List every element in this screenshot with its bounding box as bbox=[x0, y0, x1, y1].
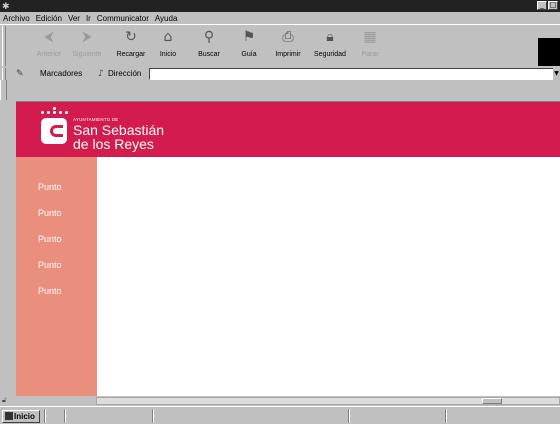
navigation-toolbar: ⮜ Anterior ⮞ Siguiente ↻ Recargar ⌂ Inic… bbox=[0, 24, 560, 66]
home-button[interactable]: ⌂ Inicio bbox=[149, 25, 187, 67]
bookmarks-icon[interactable]: ✎ bbox=[16, 68, 24, 80]
page-proxy-icon[interactable]: ♪ bbox=[98, 68, 104, 80]
header-banner: AYUNTAMIENTO DE San Sebastián de los Rey… bbox=[16, 102, 560, 157]
taskbar-divider bbox=[152, 409, 154, 423]
horizontal-scrollbar[interactable] bbox=[16, 396, 560, 405]
taskbar: Inicio bbox=[0, 406, 560, 424]
start-label: Inicio bbox=[14, 412, 35, 421]
security-status-icon[interactable]: 🔓︎ bbox=[2, 396, 12, 405]
nav-item-4[interactable]: Punto bbox=[38, 260, 62, 270]
nav-item-1[interactable]: Punto bbox=[38, 182, 62, 192]
back-label: Anterior bbox=[36, 51, 62, 58]
menu-bar: Archivo Edición Ver Ir Communicator Ayud… bbox=[0, 12, 560, 24]
location-toolbar: ✎ Marcadores ♪ Dirección ▼ bbox=[0, 68, 560, 80]
print-label: Imprimir bbox=[275, 51, 301, 58]
security-lock-icon: 🔒︎ bbox=[326, 29, 334, 45]
home-icon: ⌂ bbox=[163, 29, 173, 45]
forward-button[interactable]: ⮞ Siguiente bbox=[68, 25, 106, 67]
personal-toolbar-grip[interactable] bbox=[0, 80, 7, 100]
taskbar-divider bbox=[445, 409, 447, 423]
windows-logo-icon bbox=[5, 412, 13, 420]
guide-button[interactable]: ⚑ Guía bbox=[230, 25, 268, 67]
print-icon: ⎙ bbox=[282, 29, 294, 45]
address-label: Dirección bbox=[108, 69, 142, 78]
guide-label: Guía bbox=[241, 51, 257, 58]
title-bar: ✱ _ □ bbox=[0, 0, 560, 12]
nav-item-2[interactable]: Punto bbox=[38, 208, 62, 218]
guide-icon: ⚑ bbox=[242, 29, 256, 45]
back-button[interactable]: ⮜ Anterior bbox=[30, 25, 68, 67]
reload-button[interactable]: ↻ Recargar bbox=[112, 25, 150, 67]
search-icon: ⚲ bbox=[203, 29, 215, 45]
taskbar-divider bbox=[64, 409, 66, 423]
stop-icon: ▦ bbox=[363, 29, 377, 45]
address-input[interactable] bbox=[149, 68, 554, 80]
taskbar-divider bbox=[44, 409, 46, 423]
security-label: Seguridad bbox=[314, 51, 346, 58]
logo-title-line2: de los Reyes bbox=[73, 136, 154, 152]
menu-archivo[interactable]: Archivo bbox=[3, 14, 30, 23]
search-label: Buscar bbox=[198, 51, 220, 58]
home-label: Inicio bbox=[159, 51, 177, 58]
menu-ayuda[interactable]: Ayuda bbox=[155, 14, 178, 23]
print-button[interactable]: ⎙ Imprimir bbox=[269, 25, 307, 67]
menu-ver[interactable]: Ver bbox=[68, 14, 80, 23]
taskbar-divider bbox=[348, 409, 350, 423]
forward-arrow-icon: ⮞ bbox=[81, 29, 93, 45]
nav-item-3[interactable]: Punto bbox=[38, 234, 62, 244]
reload-label: Recargar bbox=[116, 51, 146, 58]
stop-label: Parar bbox=[361, 51, 379, 58]
menu-edicion[interactable]: Edición bbox=[36, 14, 62, 23]
bookmarks-button[interactable]: Marcadores bbox=[40, 68, 82, 80]
sidebar-nav: Punto Punto Punto Punto Punto bbox=[16, 157, 97, 396]
logo-emblem-icon bbox=[41, 118, 67, 144]
menu-communicator[interactable]: Communicator bbox=[97, 14, 149, 23]
page-content: AYUNTAMIENTO DE San Sebastián de los Rey… bbox=[16, 101, 560, 396]
menu-ir[interactable]: Ir bbox=[86, 14, 91, 23]
scrollbar-thumb[interactable] bbox=[482, 398, 502, 404]
app-icon: ✱ bbox=[2, 1, 10, 11]
nav-item-5[interactable]: Punto bbox=[38, 286, 62, 296]
back-arrow-icon: ⮜ bbox=[44, 29, 54, 45]
toolbar-grip[interactable] bbox=[2, 26, 6, 66]
address-dropdown-icon[interactable]: ▼ bbox=[553, 68, 560, 80]
start-button[interactable]: Inicio bbox=[2, 410, 40, 423]
logo-dots bbox=[41, 107, 69, 115]
security-button[interactable]: 🔒︎ Seguridad bbox=[311, 25, 349, 67]
window-controls: _ □ bbox=[537, 1, 558, 10]
reload-icon: ↻ bbox=[125, 29, 137, 45]
stop-button[interactable]: ▦ Parar bbox=[351, 25, 389, 67]
forward-label: Siguiente bbox=[72, 51, 102, 58]
location-grip[interactable] bbox=[2, 68, 6, 80]
minimize-button[interactable]: _ bbox=[537, 1, 547, 10]
search-button[interactable]: ⚲ Buscar bbox=[190, 25, 228, 67]
throbber-logo[interactable] bbox=[538, 38, 560, 66]
maximize-button[interactable]: □ bbox=[548, 1, 558, 10]
scrollbar-track[interactable] bbox=[96, 397, 560, 405]
